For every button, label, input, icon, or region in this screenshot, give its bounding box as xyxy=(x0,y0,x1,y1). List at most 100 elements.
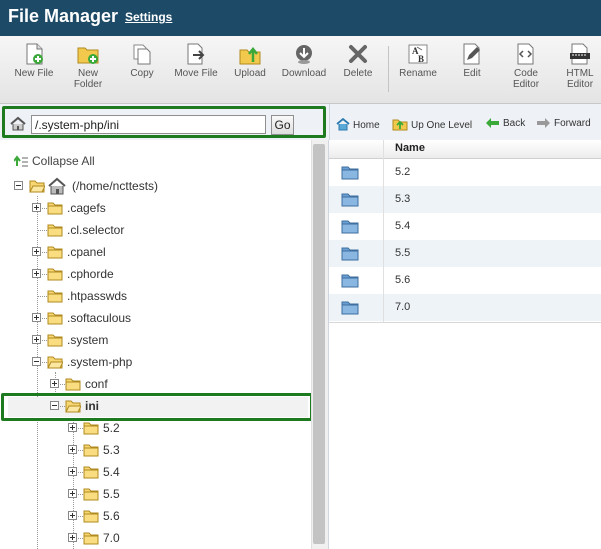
file-row[interactable]: 5.5 xyxy=(329,240,601,267)
tree-item-label: conf xyxy=(85,377,108,391)
file-name: 7.0 xyxy=(395,301,411,313)
new-file-icon xyxy=(26,43,43,65)
new-folder-label: New Folder xyxy=(73,68,103,90)
tree-expander-plus[interactable] xyxy=(32,335,41,344)
tree-item-system[interactable]: .system xyxy=(32,331,300,349)
nav-bar: Home Up One Level Back Forward xyxy=(330,104,601,140)
folder-icon xyxy=(47,202,63,215)
delete-button[interactable]: Delete xyxy=(330,42,386,100)
file-row[interactable]: 5.6 xyxy=(329,267,601,294)
tree-item-label: .cl.selector xyxy=(67,223,125,237)
rename-button[interactable]: A B Rename xyxy=(390,42,446,100)
svg-text:B: B xyxy=(418,54,424,64)
tree-expander-plus[interactable] xyxy=(50,379,59,388)
file-row[interactable]: 5.3 xyxy=(329,186,601,213)
folder-icon xyxy=(47,268,63,281)
upload-icon xyxy=(239,46,261,65)
edit-button[interactable]: Edit xyxy=(444,42,500,100)
tree-item-htpasswds[interactable]: .htpasswds xyxy=(32,287,300,305)
tree-item-5-4[interactable]: 5.4 xyxy=(68,463,300,481)
tree-expander-plus[interactable] xyxy=(32,313,41,322)
tree-expander-plus[interactable] xyxy=(68,423,77,432)
up-folder-icon xyxy=(392,119,408,131)
new-file-label: New File xyxy=(14,68,54,79)
open-folder-icon xyxy=(65,400,81,413)
back-arrow-icon xyxy=(486,118,499,128)
new-folder-icon xyxy=(77,47,99,64)
folder-icon xyxy=(83,466,99,479)
tree-expander-minus[interactable] xyxy=(50,401,59,410)
path-highlight-box xyxy=(2,106,326,138)
file-list-border xyxy=(329,322,601,323)
tree-item-conf[interactable]: conf xyxy=(50,375,300,393)
upload-button[interactable]: Upload xyxy=(222,42,278,100)
file-list-panel: Name 5.2 5.3 5.4 5.5 5.6 7.0 xyxy=(328,140,601,549)
file-row[interactable]: 5.2 xyxy=(329,159,601,186)
tree-item-cpanel[interactable]: .cpanel xyxy=(32,243,300,261)
tree-root-label: (/home/ncttests) xyxy=(72,179,159,193)
folder-icon xyxy=(83,510,99,523)
nav-back-button[interactable]: Back xyxy=(485,117,525,129)
tree-item-label: .softaculous xyxy=(67,311,132,325)
collapse-all-button[interactable]: Collapse All xyxy=(13,154,95,168)
folder-icon xyxy=(83,444,99,457)
tree-item-label: .system-php xyxy=(67,355,133,369)
home-icon xyxy=(336,117,350,131)
tree-item-ini[interactable]: ini xyxy=(50,397,300,415)
copy-button[interactable]: Copy xyxy=(114,42,170,100)
nav-forward-button[interactable]: Forward xyxy=(536,117,591,129)
tree-item-cl-selector[interactable]: .cl.selector xyxy=(32,221,300,239)
column-header-name[interactable]: Name xyxy=(395,142,425,154)
file-row[interactable]: 5.4 xyxy=(329,213,601,240)
tree-item-5-6[interactable]: 5.6 xyxy=(68,507,300,525)
tree-expander-plus[interactable] xyxy=(68,467,77,476)
nav-up-label: Up One Level xyxy=(411,120,473,131)
tree-expander-plus[interactable] xyxy=(68,445,77,454)
app-header: File Manager Settings xyxy=(0,0,601,36)
toolbar-separator xyxy=(388,46,389,92)
tree-item-5-2[interactable]: 5.2 xyxy=(68,419,300,437)
tree-item-cagefs[interactable]: .cagefs xyxy=(32,199,300,217)
tree-item-5-5[interactable]: 5.5 xyxy=(68,485,300,503)
folder-icon xyxy=(83,488,99,501)
folder-tree-panel: Collapse All (/home/ncttests) .cagefs .cl… xyxy=(0,140,328,549)
rename-label: Rename xyxy=(399,68,437,79)
tree-expander-plus[interactable] xyxy=(68,489,77,498)
file-row[interactable]: 7.0 xyxy=(329,294,601,321)
tree-item-softaculous[interactable]: .softaculous xyxy=(32,309,300,327)
tree-expander-plus[interactable] xyxy=(32,203,41,212)
nav-back-label: Back xyxy=(503,118,526,129)
tree-expander-minus[interactable] xyxy=(32,357,41,366)
nav-forward-label: Forward xyxy=(554,118,591,129)
delete-label: Delete xyxy=(343,68,373,79)
tree-expander-plus[interactable] xyxy=(68,511,77,520)
tree-expander-plus[interactable] xyxy=(68,533,77,542)
tree-scrollbar-thumb[interactable] xyxy=(313,144,325,544)
folder-icon xyxy=(47,290,63,303)
tree-item-label: 5.2 xyxy=(103,421,120,435)
tree-item-system-php[interactable]: .system-php xyxy=(32,353,300,371)
new-folder-button[interactable]: New Folder xyxy=(60,42,116,100)
home-icon xyxy=(48,177,66,195)
path-bar: Go xyxy=(0,104,330,140)
code-editor-button[interactable]: Code Editor xyxy=(498,42,554,100)
nav-up-button[interactable]: Up One Level xyxy=(392,117,472,131)
tree-expander-plus[interactable] xyxy=(32,247,41,256)
download-button[interactable]: Download xyxy=(276,42,332,100)
folder-icon xyxy=(47,246,63,259)
tree-expander-plus[interactable] xyxy=(32,269,41,278)
tree-item-cphorde[interactable]: .cphorde xyxy=(32,265,300,283)
new-file-button[interactable]: New File xyxy=(6,42,62,100)
folder-icon xyxy=(341,193,359,207)
delete-icon xyxy=(349,45,367,63)
tree-item-5-3[interactable]: 5.3 xyxy=(68,441,300,459)
app-title: File Manager xyxy=(8,6,119,26)
settings-link[interactable]: Settings xyxy=(125,10,172,24)
tree-item-7-0[interactable]: 7.0 xyxy=(68,529,300,547)
folder-icon xyxy=(47,334,63,347)
move-file-button[interactable]: Move File xyxy=(168,42,224,100)
tree-expander-minus[interactable] xyxy=(14,181,23,190)
html-editor-button[interactable]: HTML Editor xyxy=(552,42,601,100)
nav-home-button[interactable]: Home xyxy=(336,117,380,131)
tree-root-row[interactable]: (/home/ncttests) xyxy=(14,177,314,195)
